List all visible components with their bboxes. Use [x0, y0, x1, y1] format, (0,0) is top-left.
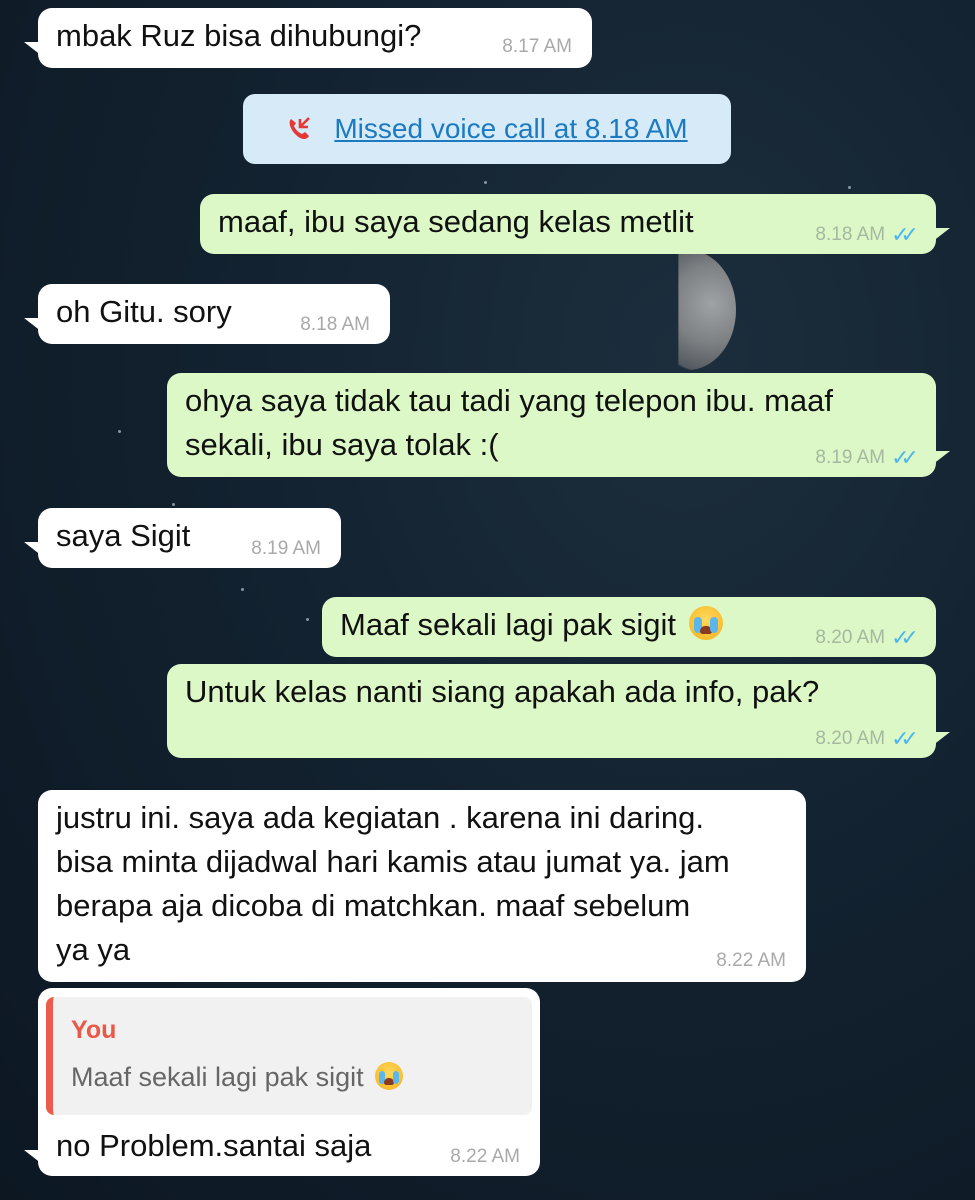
- message-bubble-incoming[interactable]: justru ini. saya ada kegiatan . karena i…: [38, 790, 806, 982]
- message-bubble-incoming[interactable]: mbak Ruz bisa dihubungi? 8.17 AM: [24, 8, 592, 68]
- loudly-crying-face-emoji: [688, 606, 723, 640]
- star: [848, 186, 851, 189]
- message-time: 8.17 AM: [502, 36, 572, 57]
- message-time: 8.18 AM: [300, 314, 370, 335]
- missed-call-notice[interactable]: Missed voice call at 8.18 AM: [243, 94, 731, 164]
- message-bubble-outgoing[interactable]: Maaf sekali lagi pak sigit 8.20 AM ✓✓: [322, 597, 936, 657]
- quoted-text: Maaf sekali lagi pak sigit: [71, 1062, 364, 1092]
- message-text: maaf, ibu saya sedang kelas metlit: [218, 204, 694, 239]
- message-bubble-outgoing[interactable]: ohya saya tidak tau tadi yang telepon ib…: [167, 373, 950, 477]
- double-check-icon: ✓✓: [891, 222, 919, 247]
- star: [241, 588, 244, 591]
- message-line: ya ya: [56, 932, 131, 967]
- message-time: 8.20 AM: [815, 627, 886, 648]
- message-bubble-incoming[interactable]: oh Gitu. sory 8.18 AM: [24, 284, 390, 344]
- message-text: oh Gitu. sory: [56, 294, 232, 329]
- moon-background: [678, 250, 736, 370]
- message-bubble-outgoing[interactable]: Untuk kelas nanti siang apakah ada info,…: [167, 664, 950, 758]
- message-line: bisa minta dijadwal hari kamis atau juma…: [56, 844, 730, 879]
- message-text: saya Sigit: [56, 518, 191, 553]
- reply-body: no Problem.santai saja 8.22 AM: [38, 1124, 540, 1176]
- message-time: 8.19 AM: [815, 447, 886, 468]
- double-check-icon: ✓✓: [891, 625, 919, 650]
- message-line: sekali, ibu saya tolak :(: [185, 427, 499, 462]
- star: [172, 503, 175, 506]
- message-time: 8.20 AM: [815, 728, 886, 749]
- message-bubble-incoming[interactable]: saya Sigit 8.19 AM: [24, 508, 341, 568]
- message-text: no Problem.santai saja: [56, 1128, 372, 1163]
- message-text: Maaf sekali lagi pak sigit: [340, 607, 676, 642]
- message-text: mbak Ruz bisa dihubungi?: [56, 18, 422, 53]
- message-line: justru ini. saya ada kegiatan . karena i…: [56, 800, 704, 835]
- message-time: 8.22 AM: [450, 1146, 520, 1167]
- quoted-message[interactable]: You Maaf sekali lagi pak sigit: [46, 997, 532, 1115]
- star: [306, 618, 309, 621]
- message-text: Untuk kelas nanti siang apakah ada info,…: [185, 674, 820, 709]
- message-time: 8.18 AM: [815, 224, 886, 245]
- message-time: 8.22 AM: [716, 950, 786, 971]
- double-check-icon: ✓✓: [891, 726, 919, 751]
- message-time: 8.19 AM: [251, 538, 321, 559]
- loudly-crying-face-emoji: [375, 1062, 404, 1090]
- chat-area[interactable]: mbak Ruz bisa dihubungi? 8.17 AM Missed …: [0, 0, 975, 1200]
- message-line: berapa aja dicoba di matchkan. maaf sebe…: [56, 888, 691, 923]
- star: [118, 430, 121, 433]
- message-bubble-outgoing[interactable]: maaf, ibu saya sedang kelas metlit 8.18 …: [200, 194, 950, 254]
- star: [484, 181, 487, 184]
- missed-call-icon: [286, 116, 312, 142]
- double-check-icon: ✓✓: [891, 445, 919, 470]
- missed-call-label: Missed voice call at 8.18 AM: [334, 113, 688, 144]
- message-line: ohya saya tidak tau tadi yang telepon ib…: [185, 383, 833, 418]
- quoted-author: You: [71, 1016, 117, 1044]
